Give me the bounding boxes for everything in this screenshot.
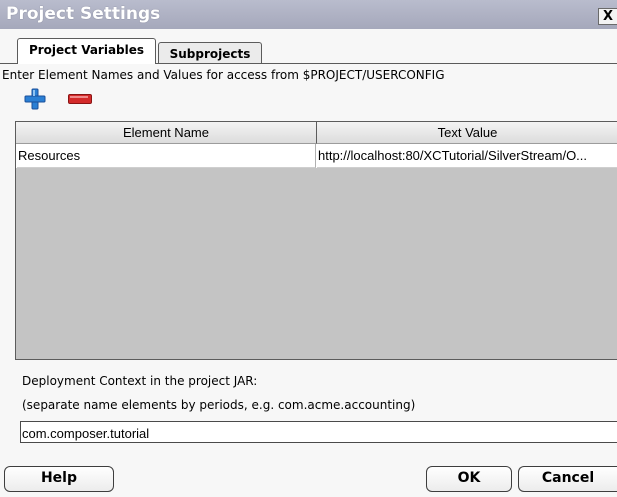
deployment-context-input[interactable] — [20, 421, 617, 443]
deployment-context-hint: (separate name elements by periods, e.g.… — [22, 398, 416, 412]
title-bar[interactable]: Project Settings X — [0, 0, 617, 29]
cancel-button[interactable]: Cancel — [518, 466, 617, 492]
table-header: Element Name Text Value — [16, 122, 617, 144]
tab-subprojects[interactable]: Subprojects — [158, 42, 262, 64]
dialog-title: Project Settings — [6, 4, 161, 24]
tab-project-variables[interactable]: Project Variables — [17, 38, 156, 64]
column-header-text-value[interactable]: Text Value — [317, 122, 617, 144]
minus-icon[interactable] — [68, 94, 92, 104]
help-button[interactable]: Help — [4, 466, 114, 492]
plus-icon[interactable] — [24, 88, 46, 110]
cell-text-value[interactable]: http://localhost:80/XCTutorial/SilverStr… — [317, 144, 617, 168]
ok-button[interactable]: OK — [426, 466, 512, 492]
cell-element-name[interactable]: Resources — [17, 144, 316, 168]
variables-table: Element Name Text Value Resources http:/… — [15, 121, 617, 360]
project-settings-dialog: Project Settings X Project Variables Sub… — [0, 0, 617, 497]
instruction-text: Enter Element Names and Values for acces… — [2, 68, 445, 82]
column-header-element-name[interactable]: Element Name — [16, 122, 317, 144]
close-button[interactable]: X — [598, 8, 617, 25]
table-row[interactable]: Resources http://localhost:80/XCTutorial… — [16, 144, 617, 168]
deployment-context-label: Deployment Context in the project JAR: — [22, 374, 258, 388]
